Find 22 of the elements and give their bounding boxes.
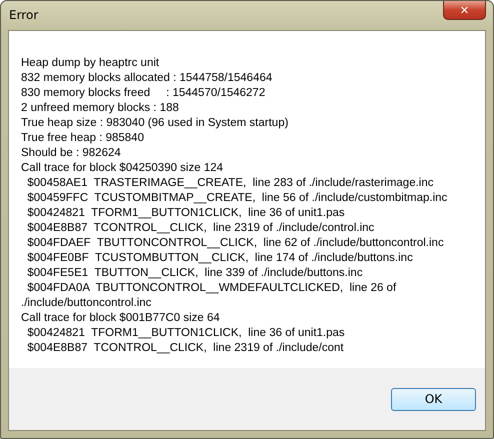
message-line: $004FE0BF TCUSTOMBUTTON__CLICK, line 174 of ./include/buttons.inc (26, 251, 414, 266)
message-line: $00459FFC TCUSTOMBITMAP__CREATE, line 56 of ./include/custombitmap.inc (26, 191, 448, 206)
ok-button[interactable]: OK (391, 388, 476, 410)
message-line: $004FDAEF TBUTTONCONTROL__CLICK, line 62 of ./include/buttoncontrol.inc (26, 236, 445, 251)
message-line: $004FE5E1 TBUTTON__CLICK, line 339 of ./include/buttons.inc (26, 266, 364, 281)
message-line: $00458AE1 TRASTERIMAGE__CREATE, line 283 of ./include/rasterimage.inc (26, 176, 434, 191)
message-line: $004E8B87 TCONTROL__CLICK, line 2319 of ./include/control.inc (26, 221, 376, 236)
message-line: 832 memory blocks allocated : 1544758/1546464 (21, 71, 274, 86)
message-line: True heap size : 983040 (96 used in System startup) (21, 116, 290, 131)
message-line: $004FDA0A TBUTTONCONTROL__WMDEFAULTCLICKED, line 26 of ./include/buttoncontrol.inc (21, 281, 398, 311)
message-line: Call trace for block $001B77C0 size 64 (21, 311, 221, 326)
message-line: $004E8B87 TCONTROL__CLICK, line 2319 of ./include/cont (26, 341, 345, 356)
message-line: $00424821 TFORM1__BUTTON1CLICK, line 36 of unit1.pas (26, 326, 346, 341)
message-line: $00424821 TFORM1__BUTTON1CLICK, line 36 of unit1.pas (26, 206, 346, 221)
message-line: 830 memory blocks freed : 1544570/1546272 (21, 86, 266, 101)
message-line: Heap dump by heaptrc unit (21, 56, 160, 71)
window-title: Error (9, 8, 38, 22)
message-line: 2 unfreed memory blocks : 188 (21, 101, 180, 116)
message-line: Call trace for block $04250390 size 124 (21, 161, 224, 176)
message-line: True free heap : 985840 (21, 131, 145, 146)
message-line: Should be : 982624 (21, 146, 122, 161)
close-button[interactable]: ✕ (443, 1, 486, 20)
